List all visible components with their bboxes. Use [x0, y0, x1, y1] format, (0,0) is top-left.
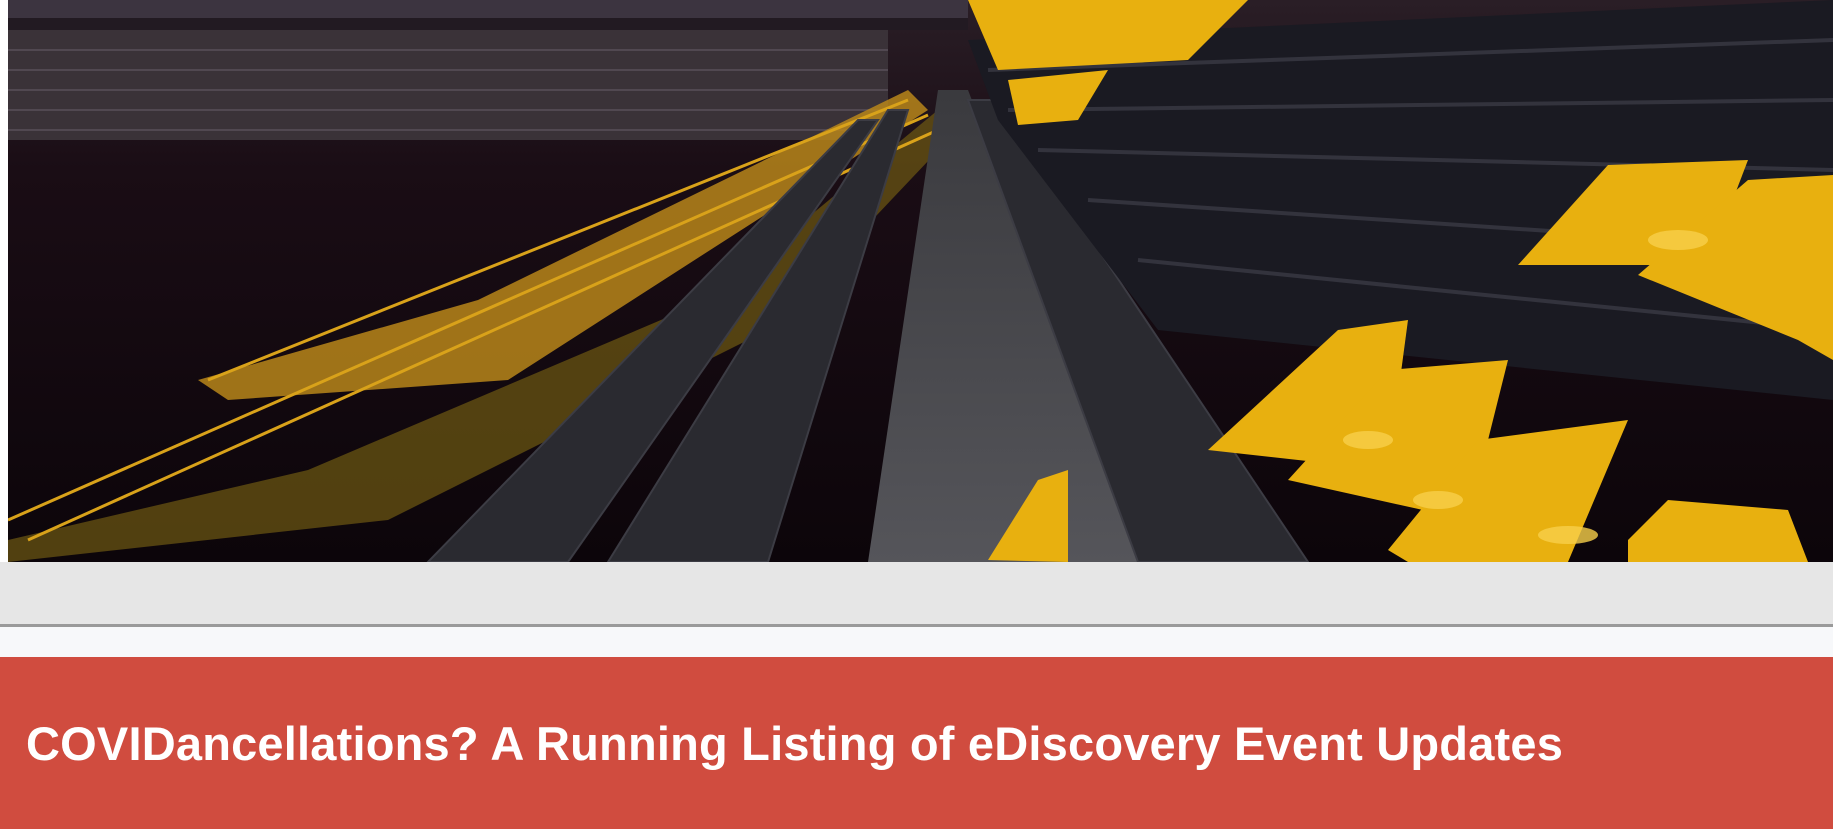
hero-image-stadium-seats: [8, 0, 1833, 562]
post-title-bar: COVIDancellations? A Running Listing of …: [0, 657, 1833, 829]
post-title[interactable]: COVIDancellations? A Running Listing of …: [0, 716, 1563, 771]
bottom-strip: [0, 829, 1833, 837]
light-spacer-band: [0, 627, 1833, 657]
gray-spacer-band: [0, 562, 1833, 624]
